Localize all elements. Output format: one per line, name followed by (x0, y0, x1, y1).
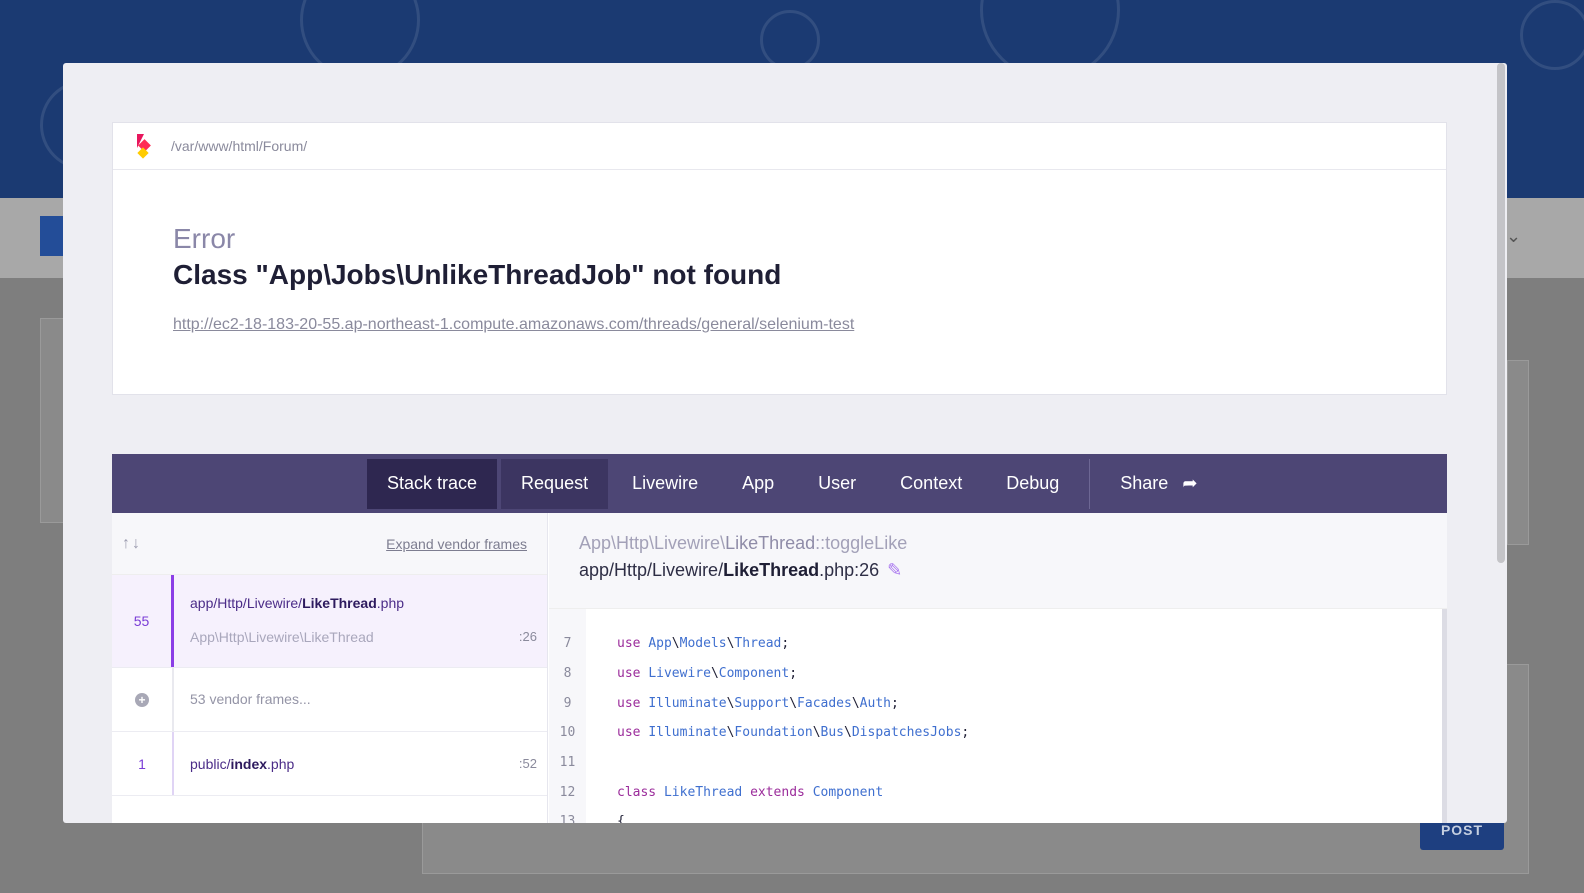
code-line: 7 use App\Models\Thread; (549, 628, 790, 658)
code-line: 12 class LikeThread extends Component (549, 777, 883, 807)
tab-bar: Stack trace Request Livewire App User Co… (112, 454, 1447, 513)
code-text: use App\Models\Thread; (617, 635, 790, 651)
tab-context[interactable]: Context (880, 459, 982, 509)
code-line: 11 (549, 747, 586, 777)
stack-frame-selected[interactable]: 55 app/Http/Livewire/LikeThread.php App\… (112, 575, 547, 668)
error-type: Error (173, 223, 236, 254)
frame-body: public/index.php :52 (174, 732, 547, 795)
frame-number: 1 (112, 732, 174, 795)
code-text: use Livewire\Component; (617, 665, 798, 681)
error-summary: Error Class "App\Jobs\UnlikeThreadJob" n… (113, 170, 1446, 334)
modal-scrollbar[interactable] (1497, 63, 1505, 563)
vendor-frames-label: 53 vendor frames... (190, 691, 311, 707)
tab-request[interactable]: Request (501, 458, 609, 509)
frame-number: 55 (112, 575, 174, 667)
line-number: 8 (563, 665, 572, 681)
code-class-method: App\Http\Livewire\LikeThread::toggleLike (579, 533, 908, 553)
error-message: Class "App\Jobs\UnlikeThreadJob" not fou… (173, 259, 782, 290)
request-url-link[interactable]: http://ec2-18-183-20-55.ap-northeast-1.c… (173, 316, 854, 334)
frame-file: app/Http/Livewire/LikeThread.php (190, 595, 405, 611)
frames-toolbar: ↑↓ Expand vendor frames (112, 513, 547, 575)
frame-class: App\Http\Livewire\LikeThread (190, 629, 374, 645)
code-snippet: 7 use App\Models\Thread; 8 use Livewire\… (549, 609, 1447, 823)
tab-app[interactable]: App (722, 459, 794, 509)
tab-livewire[interactable]: Livewire (612, 459, 718, 509)
code-header: App\Http\Livewire\LikeThread::toggleLike… (549, 513, 1447, 609)
code-line: 8 use Livewire\Component; (549, 658, 797, 688)
share-arrow-icon: ➦ (1182, 473, 1198, 493)
vendor-frames-row[interactable]: + 53 vendor frames... (112, 668, 547, 732)
frame-line: :52 (518, 756, 537, 771)
line-number: 13 (559, 813, 576, 824)
error-header-card: /var/www/html/Forum/ Error Class "App\Jo… (112, 122, 1447, 395)
stack-frame[interactable]: 1 public/index.php :52 (112, 732, 547, 796)
expand-vendor-frames-link[interactable]: Expand vendor frames (386, 536, 527, 552)
plus-circle-icon: + (135, 692, 149, 707)
pencil-icon[interactable]: ✎ (887, 560, 902, 581)
background-card (1507, 360, 1529, 545)
line-number: 11 (559, 754, 576, 770)
chevron-down-icon: ⌄ (1506, 226, 1522, 246)
code-file-path: app/Http/Livewire/LikeThread.php:26 ✎ (579, 560, 903, 581)
frame-body: 53 vendor frames... (174, 668, 547, 731)
tab-share[interactable]: Share ➦ (1100, 459, 1217, 509)
project-path: /var/www/html/Forum/ (171, 138, 308, 154)
line-number: 7 (563, 635, 572, 651)
frame-file: public/index.php (190, 756, 295, 772)
arrow-up-down-icon[interactable]: ↑↓ (122, 535, 142, 553)
line-number: 12 (559, 784, 576, 800)
code-line: 9 use Illuminate\Support\Facades\Auth; (549, 688, 899, 718)
frame-number: + (112, 668, 174, 731)
code-scrollbar[interactable] (1442, 609, 1447, 823)
path-bar: /var/www/html/Forum/ (113, 123, 1446, 170)
error-modal: /var/www/html/Forum/ Error Class "App\Jo… (63, 63, 1507, 823)
line-number: 10 (559, 724, 576, 740)
frame-line: :26 (518, 629, 537, 644)
code-viewer: App\Http\Livewire\LikeThread::toggleLike… (549, 513, 1447, 823)
code-text: use Illuminate\Support\Facades\Auth; (617, 695, 899, 711)
stack-section: Stack trace Request Livewire App User Co… (112, 454, 1447, 823)
tab-user[interactable]: User (798, 459, 876, 509)
code-line: 10 use Illuminate\Foundation\Bus\Dispatc… (549, 717, 970, 747)
frame-body: app/Http/Livewire/LikeThread.php App\Htt… (174, 575, 547, 667)
share-label: Share (1120, 473, 1169, 493)
line-number: 9 (563, 695, 572, 711)
code-text: use Illuminate\Foundation\Bus\Dispatches… (617, 724, 970, 740)
ignition-logo-icon (135, 134, 151, 159)
code-line: 13 { (549, 806, 625, 824)
code-text: { (617, 813, 625, 824)
tab-debug[interactable]: Debug (986, 459, 1079, 509)
code-text: class LikeThread extends Component (617, 784, 884, 800)
tab-divider (1089, 458, 1091, 509)
frames-list: ↑↓ Expand vendor frames 55 app/Http/Live… (112, 513, 548, 823)
tab-stack-trace[interactable]: Stack trace (367, 458, 498, 509)
